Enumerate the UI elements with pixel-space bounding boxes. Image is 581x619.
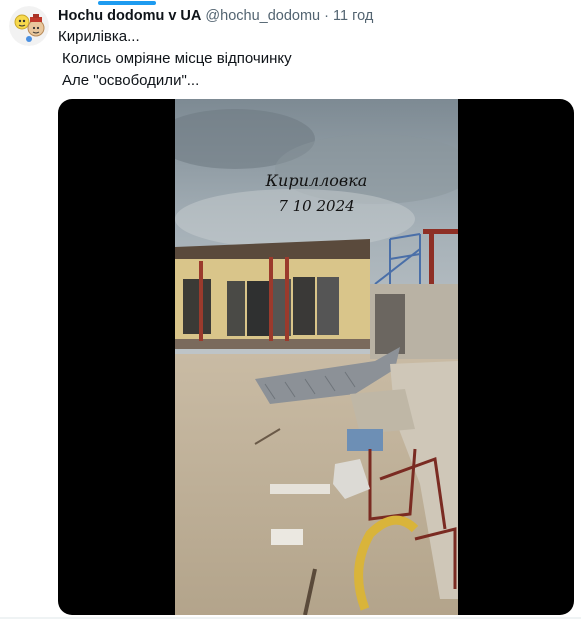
- author-name[interactable]: Hochu dodomu v UA: [58, 8, 201, 24]
- video-overlay-title: Кирилловка: [265, 171, 368, 190]
- video-overlay-date: 7 10 2024: [278, 197, 355, 215]
- tweet-text-line: Але "освободили"...: [62, 72, 200, 89]
- tweet-time[interactable]: 11 год: [333, 8, 373, 24]
- tweet-text-line: Колись омріяне місце відпочинку: [62, 50, 292, 67]
- separator-dot: ·: [324, 8, 329, 24]
- author-handle[interactable]: @hochu_dodomu: [205, 8, 320, 24]
- video-frame: Кирилловка 7 10 2024: [155, 99, 475, 615]
- tweet-text-line: Кирилівка...: [58, 28, 140, 45]
- active-indicator: [98, 1, 156, 5]
- avatar[interactable]: [9, 6, 49, 46]
- tweet[interactable]: Hochu dodomu v UA @hochu_dodomu · 11 год…: [0, 0, 581, 619]
- tweet-header: Hochu dodomu v UA @hochu_dodomu · 11 год: [58, 6, 373, 26]
- video-player[interactable]: Кирилловка 7 10 2024: [58, 99, 574, 615]
- avatar-image: [9, 6, 49, 46]
